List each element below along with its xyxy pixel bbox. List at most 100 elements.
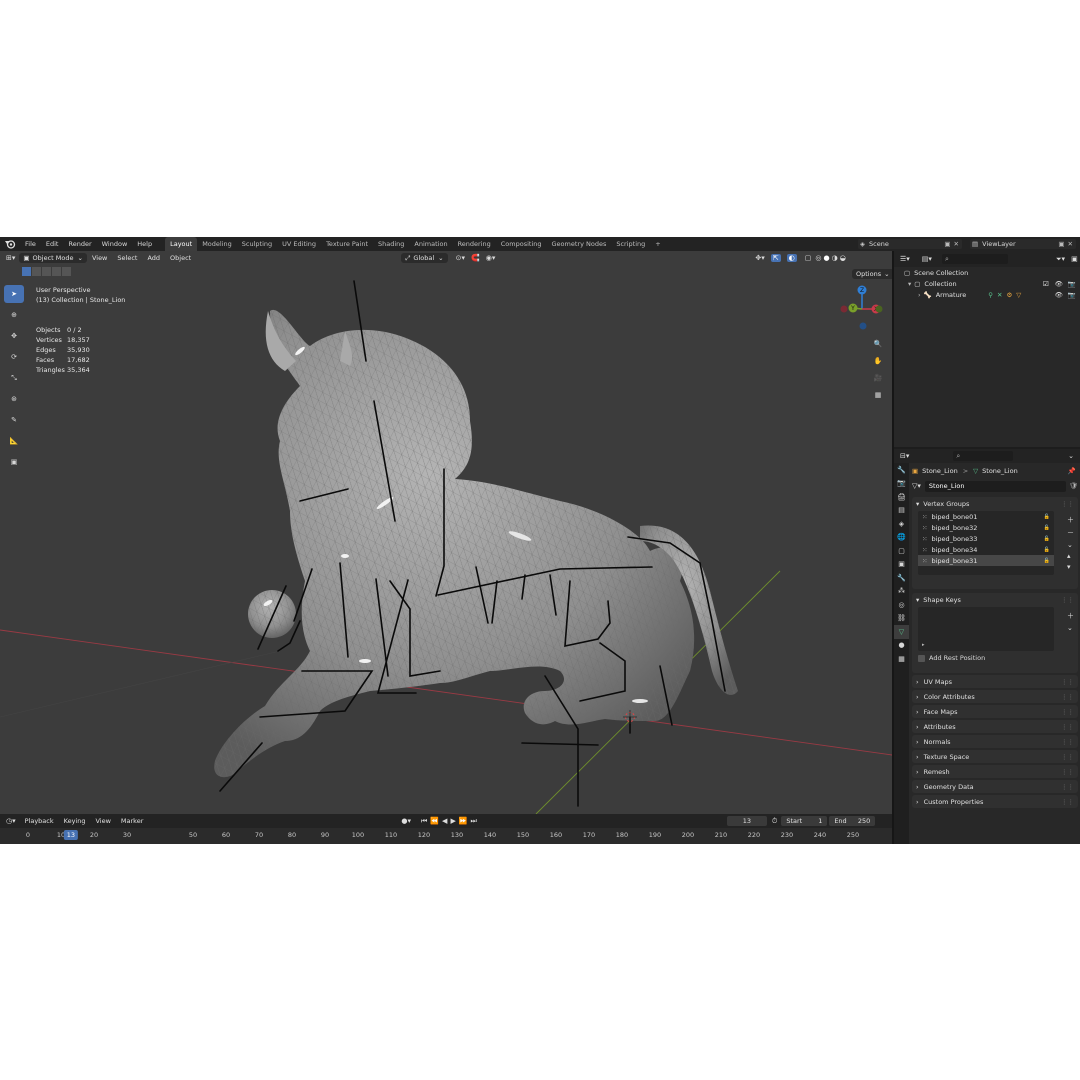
tab-modeling[interactable]: Modeling xyxy=(197,237,237,251)
tab-sculpting[interactable]: Sculpting xyxy=(237,237,277,251)
zoom-icon[interactable]: 🔍 xyxy=(868,335,888,352)
scene-selector[interactable]: ◈ Scene ▣ ✕ xyxy=(858,239,962,249)
tab-animation[interactable]: Animation xyxy=(409,237,452,251)
mesh-datablock-icon[interactable]: ▽▾ xyxy=(912,482,921,490)
start-frame-field[interactable]: Start 1 xyxy=(781,816,828,826)
close-icon[interactable]: ✕ xyxy=(1068,240,1073,248)
panel-face-maps[interactable]: › Face Maps ⋮⋮ xyxy=(912,705,1078,718)
texture-tab-icon[interactable]: ▦ xyxy=(894,652,909,666)
blender-logo-icon[interactable] xyxy=(4,239,16,249)
snap-icon[interactable]: 🧲 xyxy=(471,254,480,262)
jump-start-icon[interactable]: ⏮ xyxy=(421,817,427,826)
editor-type-icon[interactable]: ◷▾ xyxy=(6,817,16,825)
cursor-tool[interactable]: ⊕ xyxy=(4,306,24,324)
transform-tool[interactable]: ⊛ xyxy=(4,390,24,408)
shading-material-icon[interactable]: ◑ xyxy=(832,254,838,262)
render-tab-icon[interactable]: 📷 xyxy=(894,477,909,491)
drag-handle-icon[interactable]: ⋮⋮ xyxy=(1061,723,1074,731)
add-icon[interactable]: ＋ xyxy=(1067,515,1074,525)
shading-rendered-icon[interactable]: ◒ xyxy=(840,254,846,262)
tab-rendering[interactable]: Rendering xyxy=(453,237,496,251)
vertex-group-list[interactable]: ⁙ biped_bone01 🔓 ⁙ biped_bone32 🔓 ⁙ biped_bone3… xyxy=(918,511,1054,575)
shape-key-list[interactable]: ▸ xyxy=(918,607,1054,651)
lock-icon[interactable]: 🔓 xyxy=(1044,514,1050,520)
outliner-row-collection[interactable]: ▾ ▢ Collection ☑ 👁 📷 xyxy=(894,278,1080,289)
timeline-ruler[interactable]: 0 10 20 30 50 60 70 80 90 100 110 120 130 140 150 160 17… xyxy=(0,828,892,844)
modifier-tab-icon[interactable]: 🔧 xyxy=(894,571,909,585)
camera-icon[interactable]: 🎥 xyxy=(868,369,888,386)
drag-handle-icon[interactable]: ⋮⋮ xyxy=(1061,693,1074,701)
grid-icon[interactable]: ▦ xyxy=(868,386,888,403)
drag-handle-icon[interactable]: ⋮⋮ xyxy=(1061,596,1074,604)
object-tab-icon[interactable]: ▣ xyxy=(894,558,909,572)
tab-uv-editing[interactable]: UV Editing xyxy=(277,237,321,251)
move-up-icon[interactable]: ▴ xyxy=(1067,552,1074,560)
checkbox-icon[interactable]: ☑ xyxy=(1043,280,1049,288)
menu-help[interactable]: Help xyxy=(132,237,157,251)
timeline-menu-keying[interactable]: Keying xyxy=(59,817,91,825)
pivot-icon[interactable]: ⊙▾ xyxy=(456,254,465,262)
vertex-group-item[interactable]: ⁙ biped_bone31 🔓 xyxy=(918,555,1054,566)
editor-type-icon[interactable]: ☰▾ xyxy=(900,255,910,263)
measure-tool[interactable]: 📐 xyxy=(4,432,24,450)
stopwatch-icon[interactable]: ⏱ xyxy=(772,817,777,826)
chevron-down-icon[interactable]: ▾ xyxy=(908,280,911,288)
lock-icon[interactable]: 🔓 xyxy=(1044,558,1050,564)
eye-icon[interactable]: 👁 xyxy=(1055,291,1063,299)
drag-handle-icon[interactable]: ⋮⋮ xyxy=(1061,500,1074,508)
current-frame-field[interactable]: 13 xyxy=(726,816,767,826)
panel-remesh[interactable]: › Remesh ⋮⋮ xyxy=(912,765,1078,778)
tool-tab-icon[interactable]: 🔧 xyxy=(894,463,909,477)
shading-solid-icon[interactable]: ● xyxy=(823,254,829,262)
add-workspace-button[interactable]: + xyxy=(650,237,665,251)
pan-hand-icon[interactable]: ✋ xyxy=(868,352,888,369)
chevron-right-icon[interactable]: › xyxy=(918,291,921,299)
prev-keyframe-icon[interactable]: ⏪ xyxy=(430,817,439,825)
viewport-menu-add[interactable]: Add xyxy=(142,254,165,262)
end-frame-field[interactable]: End 250 xyxy=(829,816,876,826)
menu-file[interactable]: File xyxy=(20,237,41,251)
constraints-tab-icon[interactable]: ⛓ xyxy=(894,612,909,626)
fake-user-icon[interactable]: 🛡 xyxy=(1069,482,1078,490)
camera-render-icon[interactable]: 📷 xyxy=(1068,280,1076,288)
view-layer-tab-icon[interactable]: ▤ xyxy=(894,504,909,518)
stone-lion-mesh[interactable] xyxy=(214,309,738,778)
viewport-menu-select[interactable]: Select xyxy=(112,254,142,262)
vertex-group-item[interactable]: ⁙ biped_bone01 🔓 xyxy=(918,511,1054,522)
select-new-icon[interactable] xyxy=(22,267,31,276)
vertex-groups-header[interactable]: ▾ Vertex Groups ⋮⋮ xyxy=(912,497,1078,511)
checkbox-icon[interactable] xyxy=(918,654,925,662)
orientation-dropdown[interactable]: ⤢ Global ⌄ xyxy=(401,253,448,263)
vertex-group-item[interactable]: ⁙ biped_bone32 🔓 xyxy=(918,522,1054,533)
select-intersect-icon[interactable] xyxy=(62,267,71,276)
outliner-row-armature[interactable]: › 🦴 Armature ⚲ ✕ ⚙ ▽ 👁 📷 xyxy=(894,289,1080,300)
chevron-right-icon[interactable]: ▸ xyxy=(922,642,925,648)
menu-window[interactable]: Window xyxy=(97,237,133,251)
lock-icon[interactable]: 🔓 xyxy=(1044,525,1050,531)
annotate-tool[interactable]: ✎ xyxy=(4,411,24,429)
next-keyframe-icon[interactable]: ⏩ xyxy=(459,817,468,825)
panel-texture-space[interactable]: › Texture Space ⋮⋮ xyxy=(912,750,1078,763)
properties-search-input[interactable]: ⌕ xyxy=(953,451,1014,461)
viewport-menu-view[interactable]: View xyxy=(87,254,112,262)
camera-render-icon[interactable]: 📷 xyxy=(1068,291,1076,299)
play-reverse-icon[interactable]: ◀ xyxy=(442,817,447,825)
particles-tab-icon[interactable]: ⁂ xyxy=(894,585,909,599)
close-icon[interactable]: ✕ xyxy=(954,240,959,248)
navigation-gizmo[interactable]: Z X Y xyxy=(840,285,883,330)
viewport-menu-object[interactable]: Object xyxy=(165,254,196,262)
transform-gizmo-icon[interactable]: ✥▾ xyxy=(755,254,764,262)
proportional-edit-icon[interactable]: ◉▾ xyxy=(486,254,496,262)
xray-icon[interactable]: ▢ xyxy=(805,254,812,262)
drag-handle-icon[interactable]: ⋮⋮ xyxy=(1061,678,1074,686)
object-mode-dropdown[interactable]: ▣ Object Mode ⌄ xyxy=(19,253,87,263)
select-extend-icon[interactable] xyxy=(32,267,41,276)
tab-shading[interactable]: Shading xyxy=(373,237,409,251)
search-input[interactable]: ⌕ xyxy=(941,254,1008,264)
scene-tab-icon[interactable]: ◈ xyxy=(894,517,909,531)
tab-scripting[interactable]: Scripting xyxy=(611,237,650,251)
copy-icon[interactable]: ▣ xyxy=(1058,240,1064,248)
editor-type-icon[interactable]: ⊞▾ xyxy=(6,254,15,262)
record-icon[interactable]: ●▾ xyxy=(401,817,411,825)
panel-geometry-data[interactable]: › Geometry Data ⋮⋮ xyxy=(912,780,1078,793)
